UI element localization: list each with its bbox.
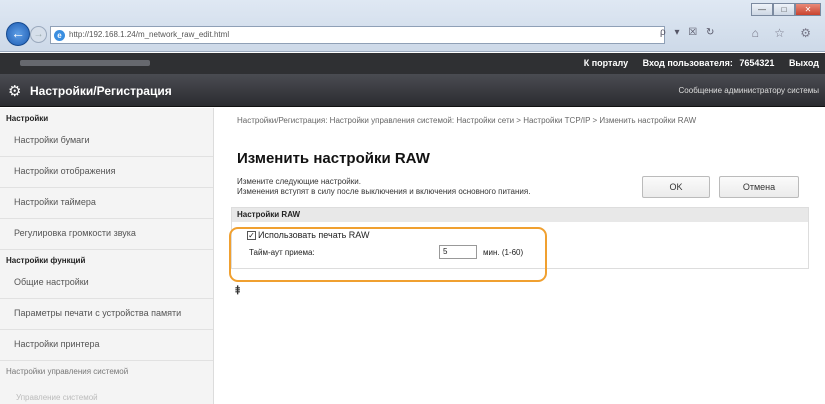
- forward-button[interactable]: →: [30, 26, 47, 43]
- back-to-top-icon[interactable]: ⯒: [235, 281, 240, 302]
- logout-link[interactable]: Выход: [789, 58, 819, 68]
- minimize-button[interactable]: —: [751, 3, 773, 16]
- sidebar-section-functions: Настройки функций: [6, 256, 86, 265]
- ok-button[interactable]: OK: [642, 176, 710, 198]
- top-bar: К порталу Вход пользователя: 7654321 Вых…: [0, 53, 825, 74]
- login-user-label: Вход пользователя:: [642, 58, 733, 68]
- ie-page-icon: e: [54, 30, 65, 41]
- sidebar-section-system: Настройки управления системой: [6, 367, 129, 376]
- sidebar-item-system-management[interactable]: Управление системой: [0, 383, 213, 404]
- back-button[interactable]: ←: [6, 22, 30, 46]
- instruction-line-2: Изменения вступят в силу после выключени…: [237, 187, 531, 196]
- admin-message-link[interactable]: Сообщение администратору системы: [679, 86, 819, 95]
- close-button[interactable]: ✕: [795, 3, 821, 16]
- sidebar-item-display[interactable]: Настройки отображения: [0, 157, 213, 188]
- section-title: Настройки RAW: [232, 208, 808, 222]
- sidebar-item-volume[interactable]: Регулировка громкости звука: [0, 219, 213, 250]
- instruction-line-1: Измените следующие настройки.: [237, 177, 361, 186]
- top-links: К порталу Вход пользователя: 7654321 Вых…: [572, 58, 819, 68]
- sidebar-section-settings: Настройки: [6, 114, 49, 123]
- maximize-button[interactable]: □: [773, 3, 795, 16]
- sidebar: Настройки Настройки бумаги Настройки ото…: [0, 108, 214, 404]
- cancel-button[interactable]: Отмена: [719, 176, 799, 198]
- address-tools[interactable]: ρ ▾ ☒ ↻: [660, 27, 717, 38]
- browser-chrome: — □ ✕ ← → e http://192.168.1.24/m_networ…: [0, 0, 825, 52]
- sidebar-item-timer[interactable]: Настройки таймера: [0, 188, 213, 219]
- gear-icon: ⚙: [8, 83, 22, 100]
- main-content: Настройки/Регистрация: Настройки управле…: [215, 108, 825, 404]
- sidebar-item-printer[interactable]: Настройки принтера: [0, 330, 213, 361]
- instructions: Измените следующие настройки. Изменения …: [237, 177, 530, 197]
- breadcrumb[interactable]: Настройки/Регистрация: Настройки управле…: [237, 116, 797, 126]
- url-text: http://192.168.1.24/m_network_raw_edit.h…: [69, 30, 230, 39]
- user-id: 7654321: [739, 58, 775, 68]
- app-title: Настройки/Регистрация: [30, 84, 172, 98]
- device-name-blurred: [20, 60, 150, 66]
- page-title: Изменить настройки RAW: [237, 150, 430, 167]
- address-bar[interactable]: e http://192.168.1.24/m_network_raw_edit…: [50, 26, 665, 44]
- portal-link[interactable]: К порталу: [584, 58, 628, 68]
- sidebar-item-paper[interactable]: Настройки бумаги: [0, 126, 213, 157]
- window-buttons: — □ ✕: [751, 3, 821, 16]
- sidebar-item-memory-print[interactable]: Параметры печати с устройства памяти: [0, 299, 213, 330]
- title-bar: ⚙ Настройки/Регистрация Сообщение админи…: [0, 74, 825, 107]
- sidebar-item-general[interactable]: Общие настройки: [0, 268, 213, 299]
- highlight-frame: [229, 227, 547, 282]
- toolbar-icons[interactable]: ⌂ ☆ ⚙: [752, 26, 817, 40]
